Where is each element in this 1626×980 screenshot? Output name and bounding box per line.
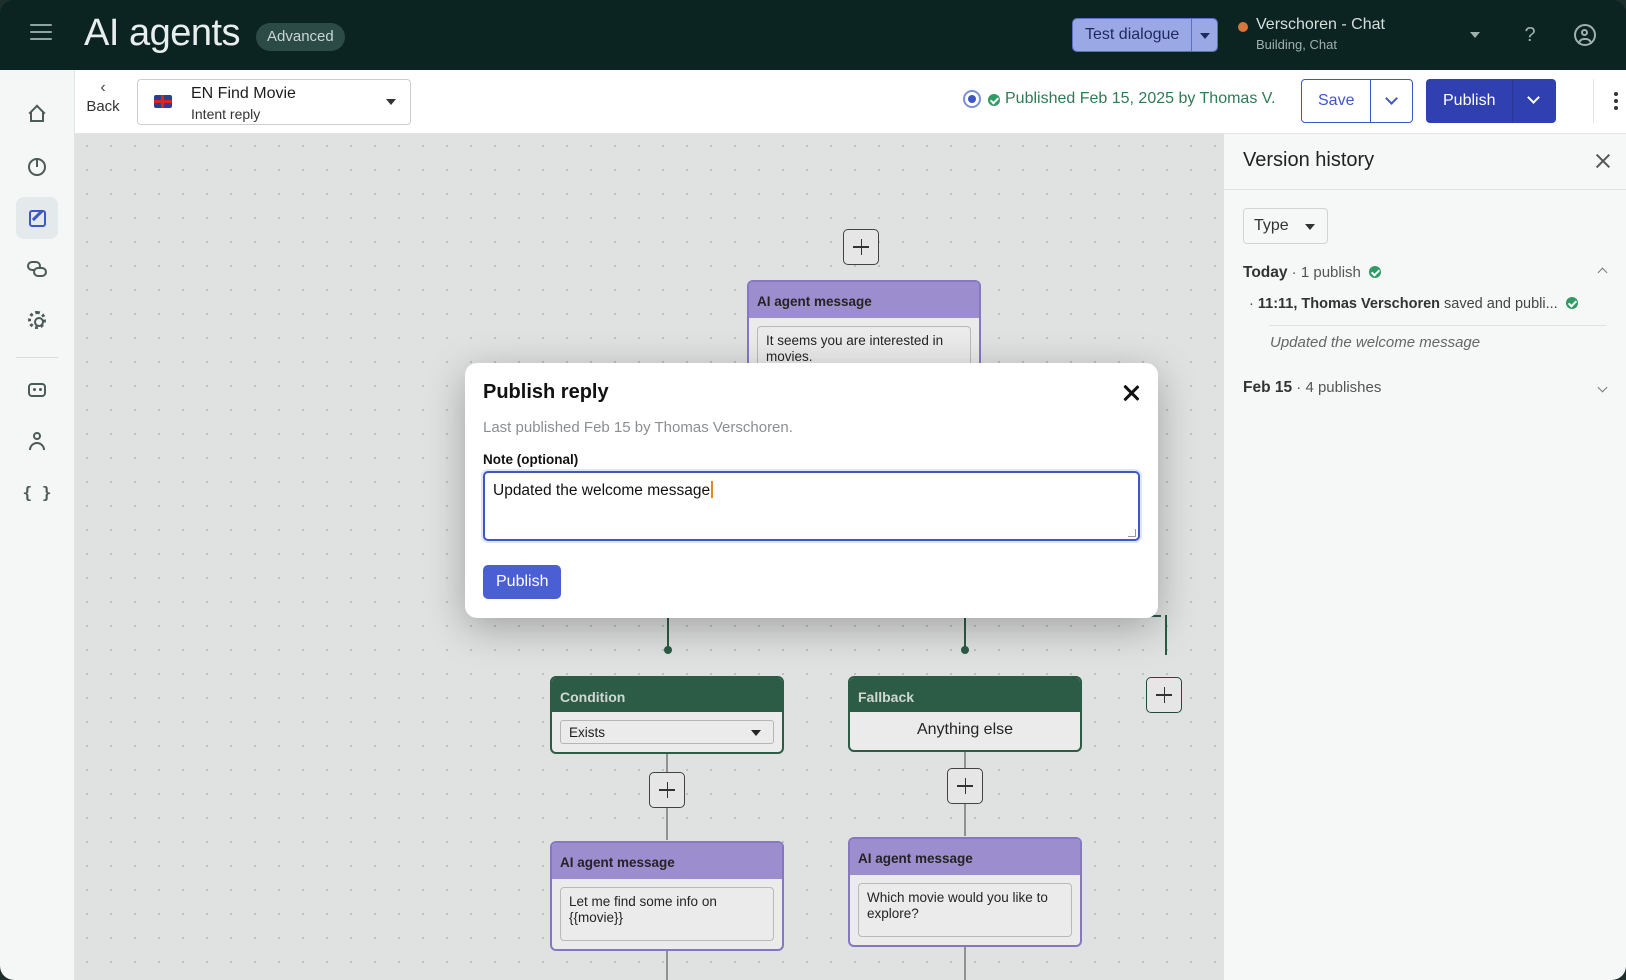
sidebar-item-agents[interactable] [16,369,58,411]
chevron-down-icon[interactable] [1597,382,1608,393]
home-icon [28,106,46,122]
resize-handle-icon[interactable] [1128,529,1136,537]
type-filter-label: Type [1254,217,1289,234]
environment-name[interactable]: Verschoren - Chat [1256,16,1385,34]
note-label: Note (optional) [483,452,579,467]
braces-icon: { } [22,482,52,502]
chevron-up-icon[interactable] [1597,267,1608,278]
type-filter-dropdown[interactable]: Type [1243,208,1328,244]
top-bar: AI agents Advanced Test dialogue Verscho… [0,0,1626,70]
environment-caret-icon[interactable] [1470,32,1480,38]
close-icon[interactable] [1594,152,1612,170]
intent-selector[interactable]: EN Find Movie Intent reply [137,79,411,125]
test-dialogue-button[interactable]: Test dialogue [1072,18,1219,52]
last-published-text: Last published Feb 15 by Thomas Verschor… [483,419,793,436]
sidebar-item-home[interactable] [16,93,58,135]
entry-time-user: 11:11, Thomas Verschoren [1257,296,1441,312]
save-button-group[interactable]: Save [1301,79,1414,123]
chevron-left-icon: ‹ [100,79,106,96]
group-count: 4 publishes [1305,379,1382,396]
environment-sub: Building, Chat [1256,37,1337,52]
app-window: AI agents Advanced Test dialogue Verscho… [0,0,1626,980]
sidebar-divider [16,357,58,358]
group-day: Today [1243,264,1288,281]
sidebar-item-analytics[interactable] [16,146,58,188]
dialog-title: Publish reply [483,381,609,403]
chat-icon [27,261,47,277]
publish-reply-dialog: Publish reply Last published Feb 15 by T… [465,363,1158,618]
publish-confirm-button[interactable]: Publish [483,565,562,599]
sidebar: { } [0,70,75,980]
caret-down-icon [1304,224,1315,230]
published-check-icon [988,94,1000,106]
group-count: 1 publish [1300,264,1361,281]
version-entry[interactable]: · 11:11, Thomas Verschoren saved and pub… [1249,296,1578,312]
test-dialogue-label[interactable]: Test dialogue [1073,19,1192,51]
sidebar-item-code[interactable]: { } [16,471,58,513]
published-check-icon [1565,297,1578,309]
chevron-down-icon [1527,91,1541,104]
test-dialogue-dropdown[interactable] [1191,19,1218,51]
version-radio-icon[interactable] [963,90,981,108]
entry-action: saved and publi... [1444,296,1558,312]
entry-note: Updated the welcome message [1270,334,1481,351]
version-history-title: Version history [1243,149,1375,171]
text-cursor [711,481,714,498]
version-group-feb15[interactable]: Feb 15 · 4 publishes [1243,379,1608,397]
sidebar-item-build[interactable] [16,197,58,239]
bot-icon [28,383,46,397]
caret-down-icon [1200,33,1211,39]
app-title: AI agents [84,12,241,54]
pie-chart-icon [28,158,46,176]
back-button[interactable]: ‹ Back [83,79,123,116]
note-value: Updated the welcome message [493,482,711,499]
close-icon[interactable] [1120,383,1142,405]
caret-down-icon [386,99,396,105]
note-textarea[interactable]: Updated the welcome message [483,471,1140,541]
edit-icon [28,209,46,227]
entry-divider [1269,325,1607,326]
version-history-panel: Version history Type Today · 1 publish ·… [1223,134,1626,980]
menu-icon[interactable] [30,24,52,46]
intent-type: Intent reply [191,106,261,122]
person-icon [29,432,45,450]
sidebar-item-conversations[interactable] [16,248,58,290]
version-history-header: Version history [1224,134,1626,190]
advanced-badge: Advanced [256,23,345,51]
save-button[interactable]: Save [1302,80,1370,122]
editor-header: ‹ Back EN Find Movie Intent reply Publis… [75,70,1626,134]
environment-status-dot [1238,22,1248,32]
version-group-today[interactable]: Today · 1 publish [1243,264,1608,282]
sidebar-item-settings[interactable] [16,299,58,341]
chevron-down-icon [1385,92,1399,105]
help-icon[interactable]: ? [1520,24,1540,47]
publish-button-group[interactable]: Publish [1426,79,1557,123]
sidebar-item-users[interactable] [16,420,58,462]
group-day: Feb 15 [1243,379,1293,396]
publish-status: Published Feb 15, 2025 by Thomas V. [1005,90,1276,107]
more-options-icon[interactable] [1593,79,1626,123]
gear-icon [28,311,46,329]
publish-button[interactable]: Publish [1426,79,1512,123]
account-icon[interactable] [1574,24,1596,46]
published-check-icon [1369,266,1382,278]
uk-flag-icon [154,95,172,108]
back-label: Back [86,98,120,115]
intent-name: EN Find Movie [191,85,296,102]
publish-options-button[interactable] [1512,79,1556,123]
save-options-button[interactable] [1370,80,1412,122]
